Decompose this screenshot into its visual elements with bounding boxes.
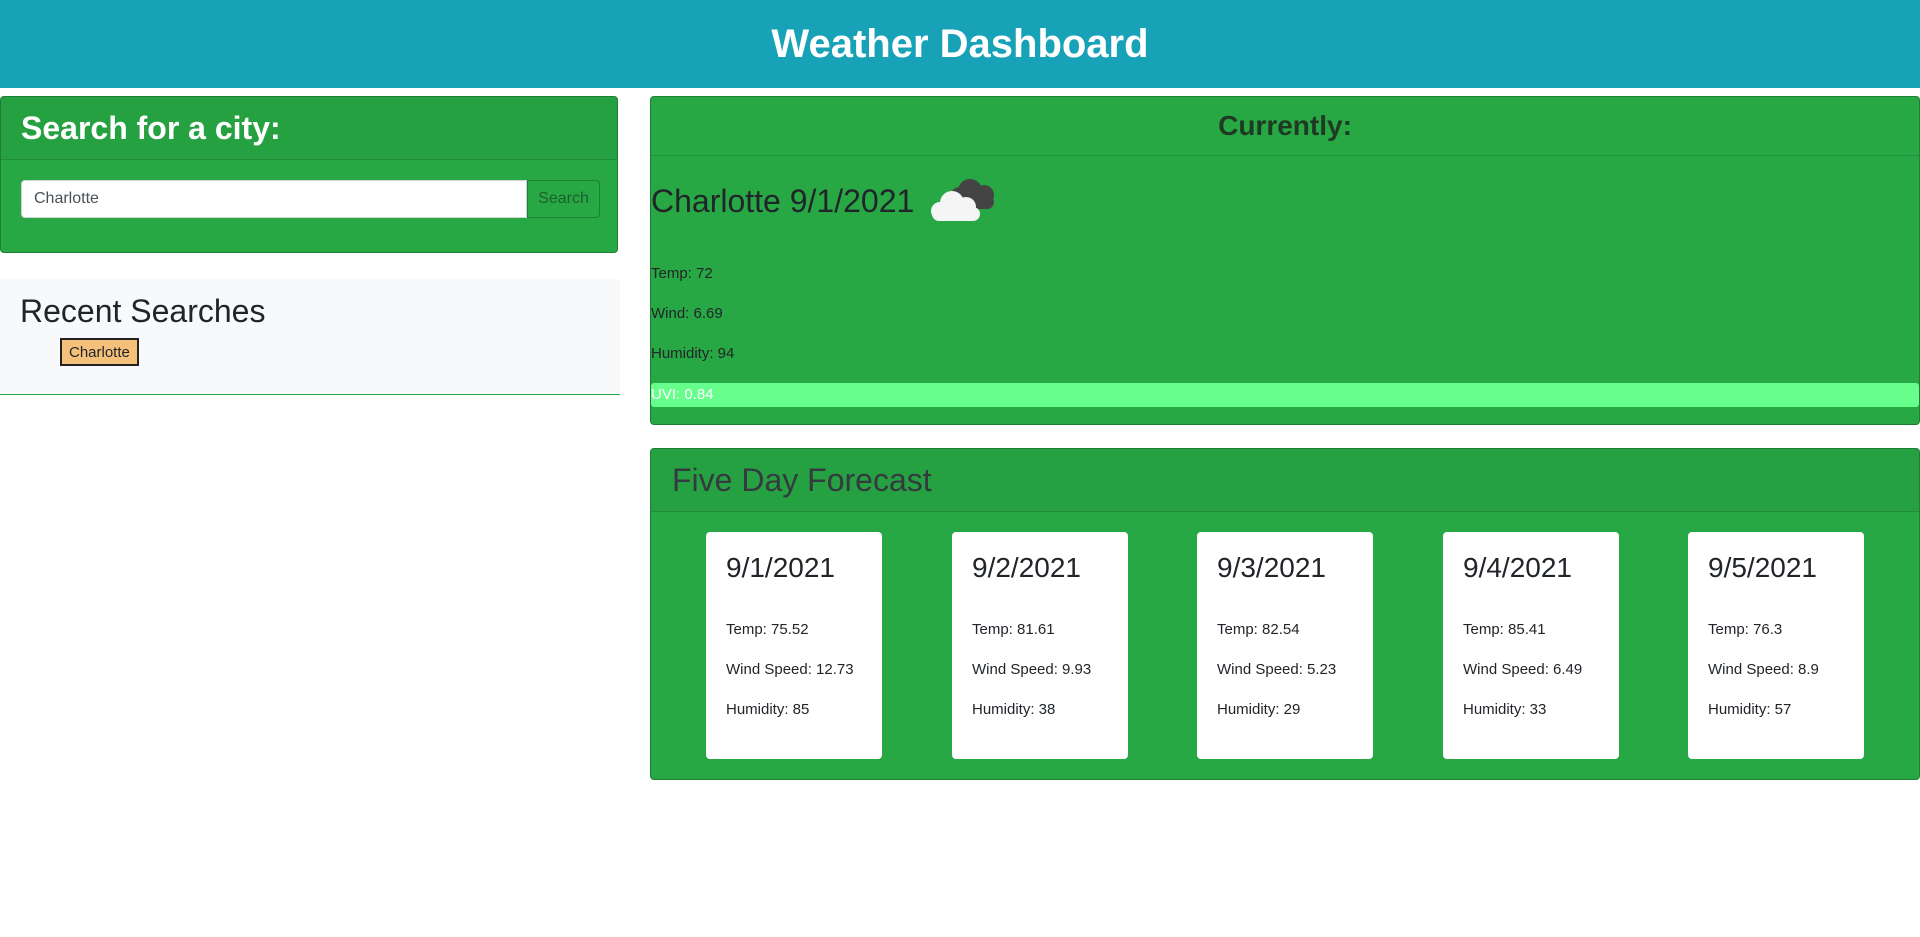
- forecast-heading: Five Day Forecast: [672, 461, 932, 498]
- recent-searches-panel: Recent Searches Charlotte: [0, 279, 620, 395]
- forecast-date: 9/5/2021: [1708, 552, 1817, 583]
- current-heading: Currently:: [1218, 110, 1352, 141]
- forecast-day-card: 9/4/2021 Temp: 85.41 Wind Speed: 6.49 Hu…: [1443, 532, 1619, 759]
- search-heading: Search for a city:: [21, 109, 281, 146]
- current-card-header: Currently:: [651, 97, 1919, 156]
- search-card: Search for a city: Search: [0, 96, 618, 253]
- forecast-humidity: Humidity: 33: [1463, 701, 1547, 718]
- forecast-humidity: Humidity: 85: [726, 701, 810, 718]
- forecast-date: 9/3/2021: [1217, 552, 1326, 583]
- forecast-temp: Temp: 82.54: [1217, 621, 1300, 638]
- uv-index-badge: UVI: 0.84: [651, 383, 1919, 407]
- current-wind: Wind: 6.69: [651, 305, 723, 322]
- forecast-wind: Wind Speed: 8.9: [1708, 661, 1819, 678]
- forecast-wind: Wind Speed: 6.49: [1463, 661, 1583, 678]
- forecast-temp: Temp: 75.52: [726, 621, 809, 638]
- recent-search-item-charlotte[interactable]: Charlotte: [60, 338, 139, 366]
- city-search-input[interactable]: [21, 180, 527, 218]
- current-humidity: Humidity: 94: [651, 345, 735, 362]
- forecast-date: 9/2/2021: [972, 552, 1081, 583]
- forecast-day-card: 9/3/2021 Temp: 82.54 Wind Speed: 5.23 Hu…: [1197, 532, 1373, 759]
- forecast-humidity: Humidity: 57: [1708, 701, 1792, 718]
- forecast-wind: Wind Speed: 9.93: [972, 661, 1092, 678]
- current-city-line: Charlotte 9/1/2021: [651, 175, 1002, 228]
- app-header: Weather Dashboard: [0, 0, 1920, 88]
- forecast-humidity: Humidity: 38: [972, 701, 1056, 718]
- forecast-temp: Temp: 76.3: [1708, 621, 1783, 638]
- forecast-wind: Wind Speed: 12.73: [726, 661, 854, 678]
- forecast-card: Five Day Forecast 9/1/2021 Temp: 75.52 W…: [650, 448, 1920, 780]
- forecast-temp: Temp: 85.41: [1463, 621, 1546, 638]
- cloud-icon: [928, 175, 1002, 228]
- forecast-day-card: 9/5/2021 Temp: 76.3 Wind Speed: 8.9 Humi…: [1688, 532, 1864, 759]
- forecast-date: 9/4/2021: [1463, 552, 1572, 583]
- forecast-date: 9/1/2021: [726, 552, 835, 583]
- forecast-day-card: 9/1/2021 Temp: 75.52 Wind Speed: 12.73 H…: [706, 532, 882, 759]
- page-title: Weather Dashboard: [771, 21, 1149, 66]
- forecast-day-card: 9/2/2021 Temp: 81.61 Wind Speed: 9.93 Hu…: [952, 532, 1128, 759]
- forecast-wind: Wind Speed: 5.23: [1217, 661, 1337, 678]
- forecast-temp: Temp: 81.61: [972, 621, 1055, 638]
- forecast-humidity: Humidity: 29: [1217, 701, 1301, 718]
- current-city-date: Charlotte 9/1/2021: [651, 183, 915, 219]
- search-row: Search: [21, 180, 600, 218]
- current-temp: Temp: 72: [651, 265, 713, 282]
- current-weather-card: Currently: Charlotte 9/1/2021 Temp: 72 W…: [650, 96, 1920, 425]
- search-button[interactable]: Search: [527, 180, 600, 218]
- search-card-header: Search for a city:: [1, 97, 617, 160]
- recent-searches-heading: Recent Searches: [20, 293, 266, 329]
- forecast-card-header: Five Day Forecast: [651, 449, 1919, 512]
